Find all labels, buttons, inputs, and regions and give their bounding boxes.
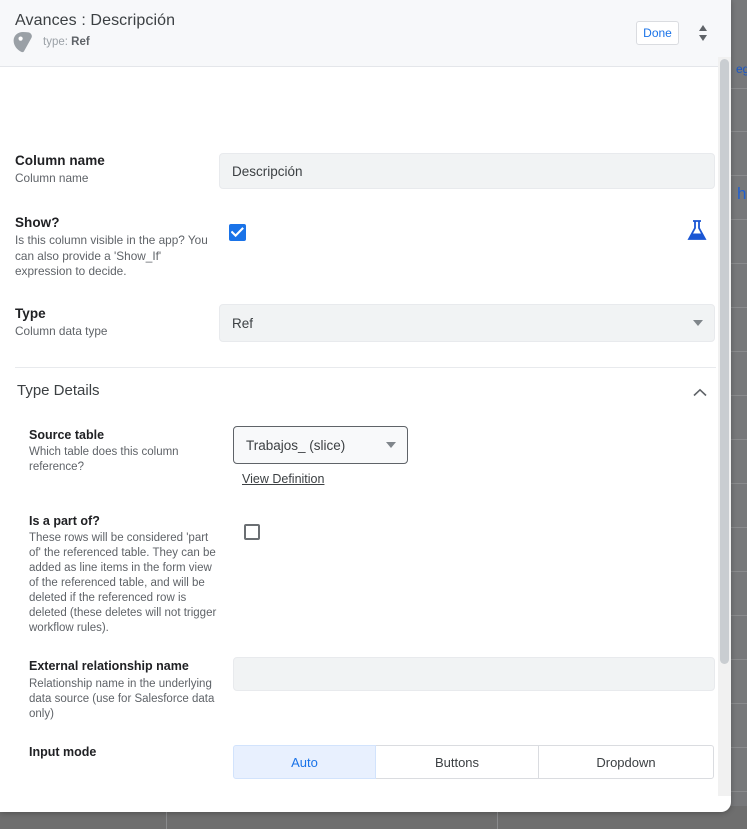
input-mode-option-buttons[interactable]: Buttons bbox=[375, 745, 539, 779]
column-type-subtitle: type: Ref bbox=[43, 36, 90, 48]
show-checkbox[interactable] bbox=[229, 224, 246, 241]
column-name-description: Column name bbox=[15, 171, 89, 185]
view-definition-link[interactable]: View Definition bbox=[242, 472, 324, 486]
is-part-of-label: Is a part of? bbox=[29, 514, 100, 528]
show-description: Is this column visible in the app? You c… bbox=[15, 233, 208, 278]
done-button[interactable]: Done bbox=[636, 21, 679, 45]
column-editor-panel: Avances : Descripción type: Ref Done Col… bbox=[0, 0, 731, 812]
type-select[interactable]: Ref bbox=[219, 304, 715, 342]
chevron-down-icon bbox=[693, 320, 703, 326]
is-part-of-description: These rows will be considered 'part of' … bbox=[29, 532, 217, 634]
type-details-section-header[interactable]: Type Details bbox=[0, 369, 731, 415]
column-name-input[interactable] bbox=[219, 153, 715, 189]
divider-type-details bbox=[15, 367, 716, 368]
bg-text-fragment-1: eg bbox=[736, 62, 747, 76]
chevron-down-icon bbox=[386, 442, 396, 448]
source-table-label: Source table bbox=[29, 428, 105, 442]
source-table-select[interactable]: Trabajos_ (slice) bbox=[233, 426, 408, 464]
vertical-scrollbar-track[interactable] bbox=[718, 57, 731, 796]
source-table-value: Trabajos_ (slice) bbox=[246, 437, 346, 453]
input-mode-segmented-control: Auto Buttons Dropdown bbox=[233, 745, 714, 779]
show-label: Show? bbox=[15, 215, 60, 230]
tag-icon bbox=[12, 31, 34, 53]
is-part-of-checkbox[interactable] bbox=[244, 524, 260, 540]
type-details-title: Type Details bbox=[17, 382, 100, 399]
external-relationship-name-input[interactable] bbox=[233, 657, 715, 691]
flask-icon[interactable] bbox=[686, 219, 708, 248]
column-name-label: Column name bbox=[15, 153, 105, 168]
type-select-value: Ref bbox=[232, 315, 254, 331]
input-mode-option-auto[interactable]: Auto bbox=[233, 745, 376, 779]
input-mode-option-dropdown[interactable]: Dropdown bbox=[538, 745, 714, 779]
chevron-up-icon[interactable] bbox=[693, 385, 707, 403]
source-table-description: Which table does this column reference? bbox=[29, 446, 179, 473]
up-down-arrows-icon[interactable] bbox=[691, 20, 715, 46]
type-prefix-label: type: bbox=[43, 36, 68, 48]
panel-header: Avances : Descripción type: Ref Done bbox=[0, 0, 731, 67]
vertical-scrollbar-thumb[interactable] bbox=[720, 59, 729, 664]
type-value-label: Ref bbox=[71, 36, 90, 48]
bg-text-fragment-2: h bbox=[737, 184, 747, 203]
external-relationship-name-label: External relationship name bbox=[29, 659, 189, 673]
input-mode-label: Input mode bbox=[29, 745, 97, 759]
external-relationship-name-description: Relationship name in the underlying data… bbox=[29, 678, 215, 720]
page-title: Avances : Descripción bbox=[15, 12, 176, 29]
type-description: Column data type bbox=[15, 324, 108, 338]
type-label: Type bbox=[15, 306, 46, 321]
